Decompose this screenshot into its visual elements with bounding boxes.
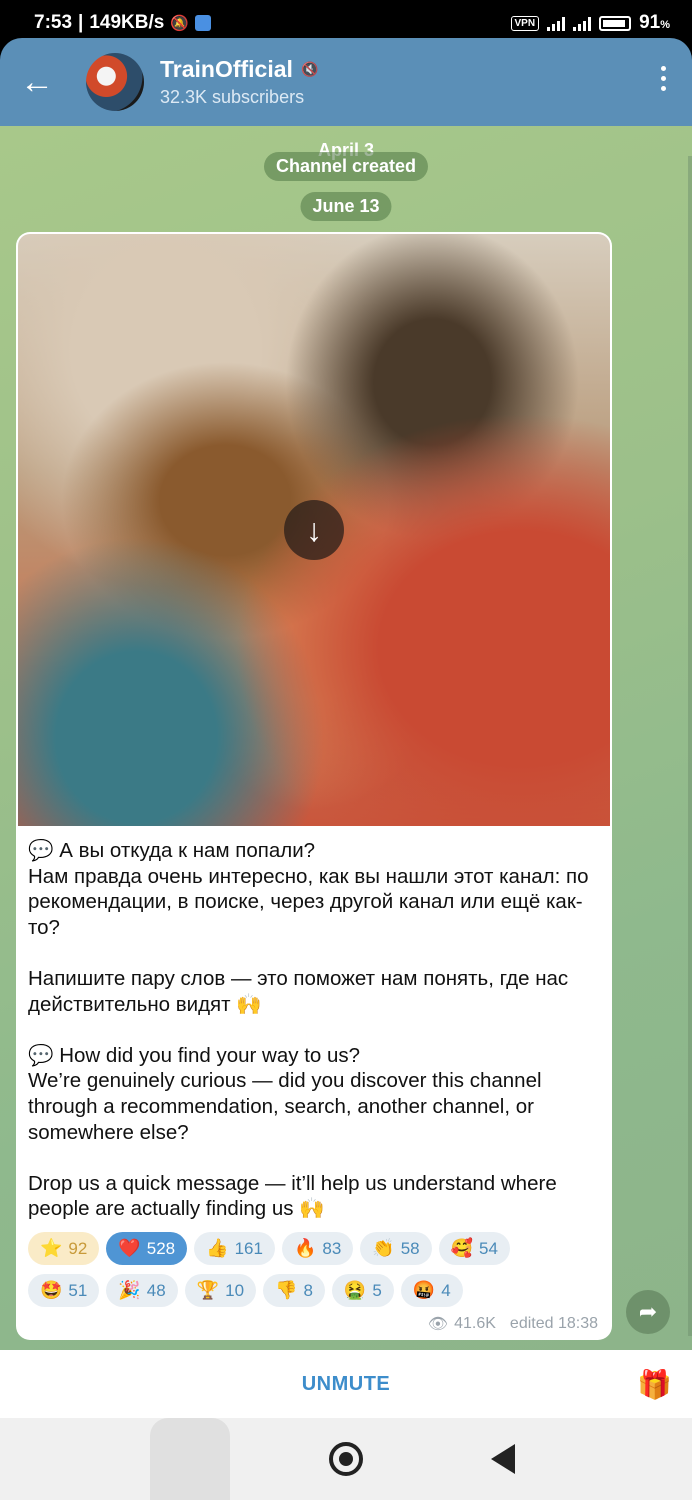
- post-paragraph-ru-1: 💬 А вы откуда к нам попали? Нам правда о…: [28, 839, 589, 939]
- home-button[interactable]: [316, 1429, 376, 1489]
- reaction-party[interactable]: 🎉 48: [106, 1274, 178, 1307]
- reaction-thumbs-down[interactable]: 👎 8: [263, 1274, 325, 1307]
- gift-icon[interactable]: 🎁: [637, 1368, 672, 1401]
- download-button[interactable]: ↓: [284, 500, 344, 560]
- channel-info[interactable]: TrainOfficial 🔇 32.3K subscribers: [160, 56, 318, 108]
- reaction-fire[interactable]: 🔥 83: [281, 1232, 354, 1265]
- post-text: 💬 А вы откуда к нам попали? Нам правда о…: [28, 838, 603, 1248]
- eye-icon: 👁: [427, 1316, 449, 1333]
- unmute-button[interactable]: UNMUTE: [302, 1373, 391, 1396]
- circle-icon: [328, 1442, 363, 1476]
- view-count: 41.6K: [454, 1315, 496, 1332]
- forward-button[interactable]: ➦: [626, 1290, 670, 1334]
- reaction-cursing[interactable]: 🤬 4: [400, 1274, 463, 1307]
- bell-off-icon: 🔕: [170, 15, 190, 32]
- app-notification-icon: [195, 15, 212, 31]
- post-meta: 👁 41.6K edited 18:38: [428, 1314, 598, 1334]
- reaction-clap[interactable]: 👏 58: [360, 1232, 432, 1265]
- share-icon: ➦: [638, 1299, 658, 1324]
- signal-icon: [547, 15, 566, 31]
- reaction-star-struck[interactable]: 🤩 51: [28, 1274, 100, 1307]
- channel-post[interactable]: ↓ 💬 А вы откуда к нам попали? Нам правда…: [16, 232, 612, 1340]
- arrow-left-icon: ←: [20, 62, 54, 101]
- reaction-trophy[interactable]: 🏆 10: [184, 1274, 257, 1307]
- reaction-star[interactable]: ⭐ 92: [28, 1232, 100, 1265]
- back-nav-button[interactable]: [473, 1429, 533, 1489]
- reaction-thumbs-up[interactable]: 👍 161: [194, 1232, 275, 1265]
- subscriber-count: 32.3K subscribers: [160, 87, 305, 107]
- channel-name: TrainOfficial: [160, 56, 293, 82]
- vpn-badge: VPN: [510, 15, 540, 31]
- bottom-bar: UNMUTE 🎁: [0, 1350, 692, 1418]
- chat-header: ← TrainOfficial 🔇 32.3K subscribers: [0, 38, 692, 126]
- edited-time: edited 18:38: [509, 1315, 598, 1332]
- muted-icon: 🔇: [300, 61, 319, 77]
- reaction-smiling-hearts[interactable]: 🥰 54: [438, 1232, 510, 1265]
- post-paragraph-en-2: Drop us a quick message — it’ll help us …: [28, 1171, 557, 1221]
- channel-avatar[interactable]: [86, 53, 144, 111]
- service-message-created: Channel created: [263, 152, 429, 181]
- post-paragraph-en-1: 💬 How did you find your way to us? We’re…: [28, 1043, 542, 1144]
- status-time: 7:53: [34, 12, 73, 33]
- triangle-back-icon: [491, 1444, 516, 1474]
- chat-area[interactable]: April 3 Channel created June 13 ↓ 💬 А вы…: [0, 126, 692, 1350]
- reaction-vomit[interactable]: 🤮 5: [331, 1274, 394, 1307]
- battery-icon: [599, 15, 632, 31]
- more-vert-icon[interactable]: [661, 66, 666, 91]
- signal-4g-icon: [573, 15, 592, 31]
- reactions: ⭐ 92 ❤️ 528 👍 161 🔥 83 👏 58 🥰 54 🤩 51 🎉 48 🏆 10 👎…: [28, 1232, 603, 1316]
- system-nav-bar: [0, 1418, 692, 1500]
- back-button[interactable]: ←: [0, 63, 74, 102]
- battery-level: 91%: [639, 12, 670, 33]
- post-paragraph-ru-2: Напишите пару слов — это поможет нам пон…: [28, 966, 569, 1016]
- reaction-heart[interactable]: ❤️ 528: [106, 1232, 188, 1265]
- date-separator: June 13: [300, 192, 392, 221]
- chat-scrollbar[interactable]: [688, 156, 692, 1336]
- post-media[interactable]: ↓: [18, 234, 610, 826]
- network-speed: 149KB/s: [89, 12, 165, 33]
- arrow-down-icon: ↓: [306, 511, 322, 548]
